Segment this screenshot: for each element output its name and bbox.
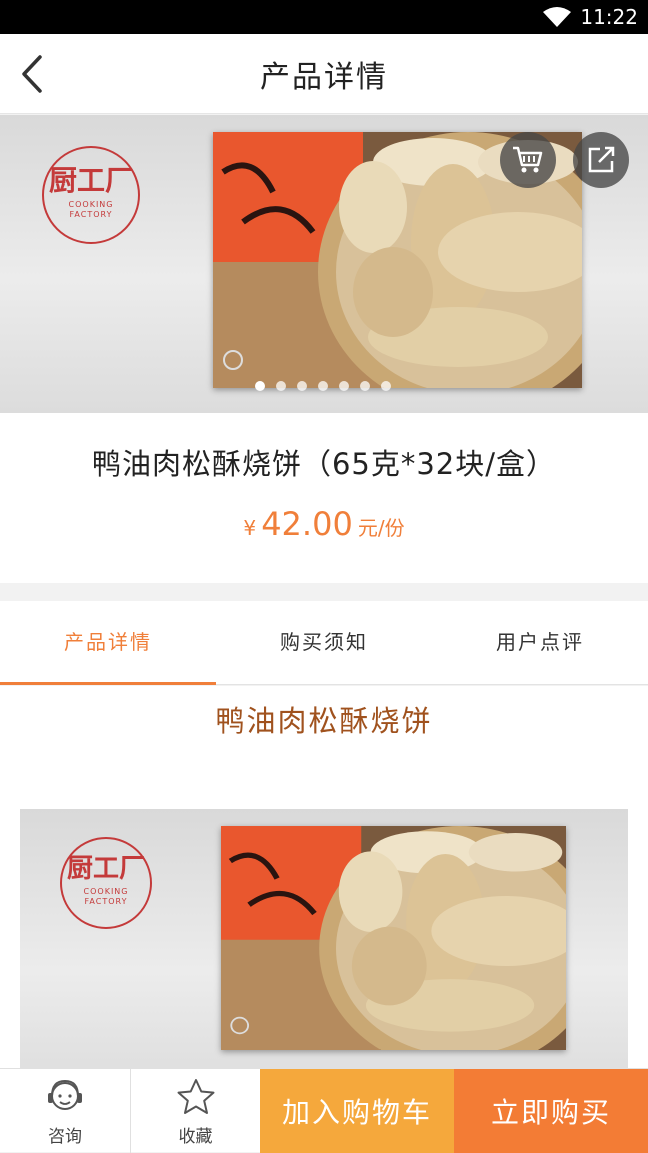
- consult-button[interactable]: 咨询: [0, 1069, 130, 1153]
- customer-service-icon: [48, 1079, 82, 1110]
- chevron-left-icon: [22, 55, 42, 93]
- buy-now-button[interactable]: 立即购买: [454, 1069, 648, 1153]
- wifi-icon: [543, 7, 572, 27]
- content-heading: 鸭油肉松酥烧饼: [215, 704, 433, 738]
- consult-label: 咨询: [48, 1126, 82, 1147]
- cart-button[interactable]: [500, 132, 556, 188]
- product-price: ¥ 42.00 元/份: [0, 505, 648, 543]
- carousel-dot[interactable]: [381, 381, 391, 391]
- carousel-dot[interactable]: [360, 381, 370, 391]
- brand-logo: 厨工厂 COOKING FACTORY: [60, 837, 152, 929]
- page-title: 产品详情: [260, 59, 388, 95]
- back-button[interactable]: [14, 52, 50, 96]
- price-value: 42.00: [261, 505, 353, 543]
- product-image-carousel[interactable]: 厨工厂 COOKING FACTORY: [0, 115, 648, 413]
- carousel-dot[interactable]: [339, 381, 349, 391]
- detail-tabs: 产品详情 购买须知 用户点评: [0, 601, 648, 685]
- carousel-dot[interactable]: [318, 381, 328, 391]
- product-info: 鸭油肉松酥烧饼（65克*32块/盒） ¥ 42.00 元/份: [0, 413, 648, 583]
- star-icon: [177, 1078, 214, 1114]
- product-photo: [221, 826, 566, 1050]
- cart-icon: [513, 146, 543, 173]
- product-name: 鸭油肉松酥烧饼（65克*32块/盒）: [91, 447, 557, 481]
- detail-content: 鸭油肉松酥烧饼 厨工厂 COOKING FACTORY: [0, 686, 648, 1068]
- favorite-label: 收藏: [178, 1126, 213, 1147]
- nav-bar: 产品详情: [0, 34, 648, 114]
- tab-user-reviews[interactable]: 用户点评: [432, 601, 648, 684]
- carousel-dot[interactable]: [297, 381, 307, 391]
- tab-product-details[interactable]: 产品详情: [0, 601, 216, 685]
- favorite-button[interactable]: 收藏: [130, 1069, 260, 1153]
- carousel-indicator: [255, 381, 391, 391]
- bottom-action-bar: 咨询 收藏 加入购物车 立即购买: [0, 1068, 648, 1153]
- share-icon: [588, 146, 615, 173]
- price-currency: ¥: [243, 516, 257, 540]
- tab-purchase-notes[interactable]: 购买须知: [216, 601, 432, 684]
- add-to-cart-button[interactable]: 加入购物车: [260, 1069, 454, 1153]
- status-bar: 11:22: [0, 0, 648, 34]
- brand-logo: 厨工厂 COOKING FACTORY: [42, 146, 140, 244]
- status-time: 11:22: [580, 5, 638, 29]
- price-unit: 元/份: [357, 516, 405, 540]
- carousel-dot[interactable]: [276, 381, 286, 391]
- share-button[interactable]: [573, 132, 629, 188]
- detail-image: 厨工厂 COOKING FACTORY: [20, 809, 628, 1068]
- carousel-dot[interactable]: [255, 381, 265, 391]
